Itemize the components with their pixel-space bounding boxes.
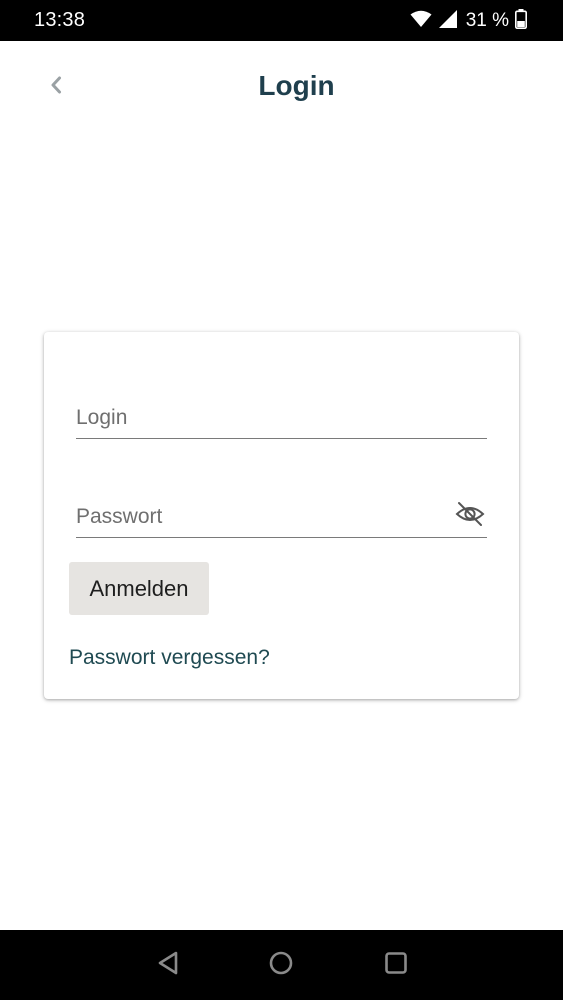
forgot-password-link[interactable]: Passwort vergessen? [69,646,270,670]
password-field [76,493,487,538]
login-input[interactable] [76,406,436,430]
status-icons: 31 % [410,8,527,34]
battery-percentage: 31 % [465,10,509,31]
login-field [76,394,487,439]
wifi-icon [410,10,432,33]
status-bar: 13:38 31 % [0,0,563,41]
nav-back-button[interactable] [153,950,183,980]
login-card: Anmelden Passwort vergessen? [44,332,519,699]
home-circle-icon [268,950,294,981]
app-bar: Login [0,41,563,133]
status-time: 13:38 [34,9,86,31]
back-triangle-icon [156,950,180,981]
recents-square-icon [383,950,409,981]
signal-icon [438,9,458,34]
nav-recents-button[interactable] [381,950,411,980]
eye-off-icon [455,501,485,532]
login-submit-button[interactable]: Anmelden [69,562,209,615]
password-visibility-toggle[interactable] [453,501,487,531]
system-nav-bar [0,930,563,1000]
battery-icon [515,8,527,34]
login-screen: 13:38 31 % Login Login Anmelden Passwort… [0,0,563,1000]
nav-home-button[interactable] [266,950,296,980]
page-title: Login [258,70,335,101]
password-input[interactable] [76,505,436,529]
